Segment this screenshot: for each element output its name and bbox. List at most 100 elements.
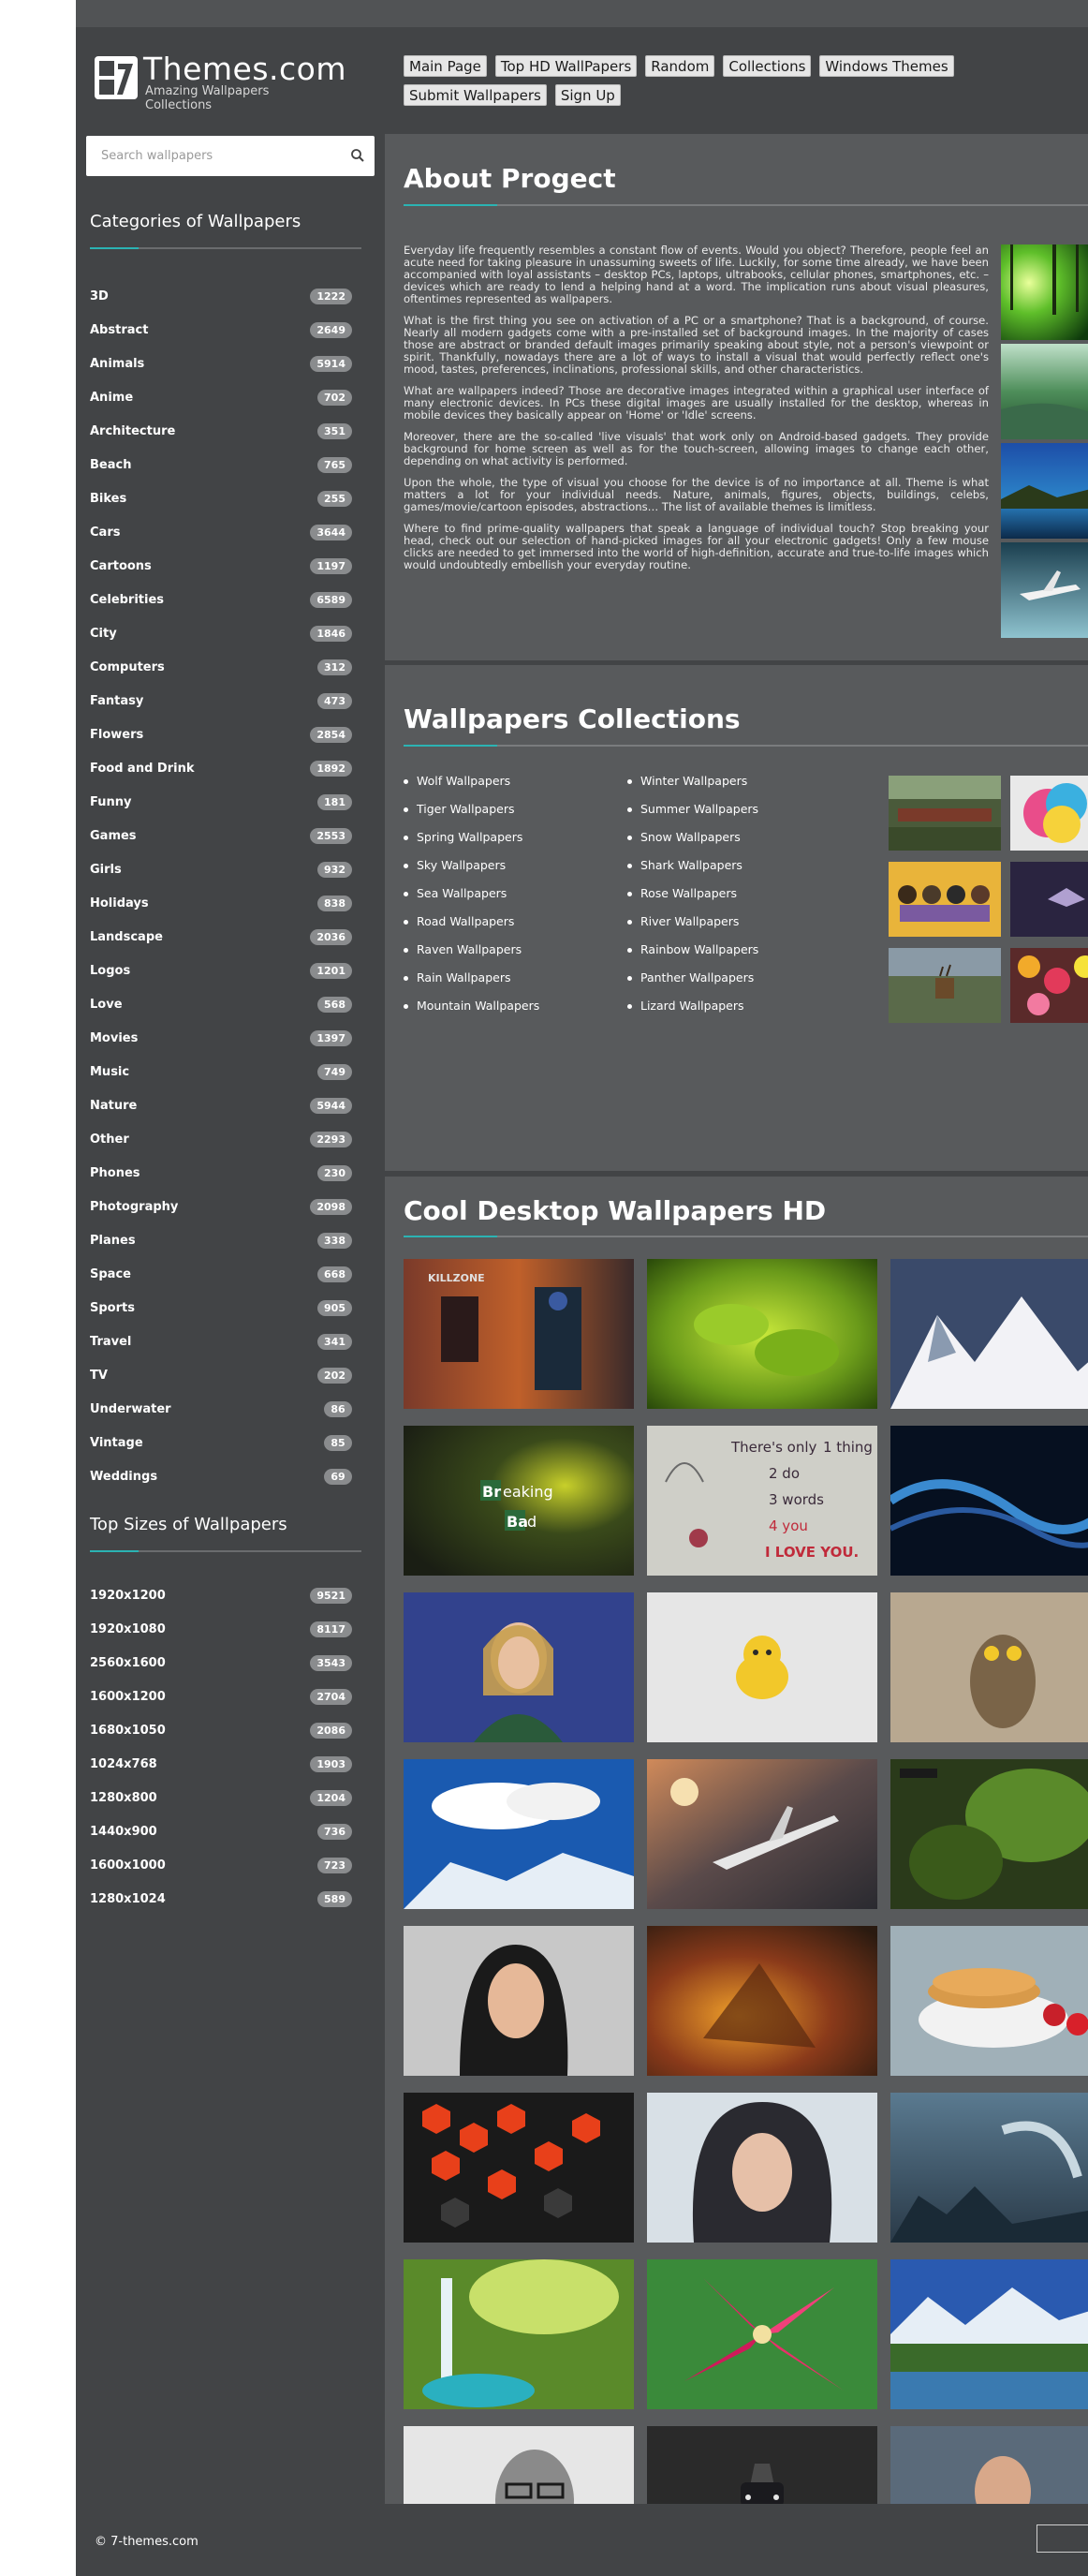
wallpaper-thumb-lily[interactable] bbox=[647, 2259, 877, 2409]
category-planes[interactable]: Planes 338 bbox=[90, 1223, 352, 1257]
wallpaper-thumb-breaking-bad[interactable]: Br eaking Ba d bbox=[404, 1426, 634, 1576]
size-1440x900[interactable]: 1440x900 736 bbox=[90, 1814, 352, 1848]
nav-random[interactable]: Random bbox=[645, 55, 715, 77]
collection-link-lizard-wallpapers[interactable]: Lizard Wallpapers bbox=[627, 999, 758, 1027]
collection-link-sea-wallpapers[interactable]: Sea Wallpapers bbox=[404, 886, 539, 914]
category-tv[interactable]: TV 202 bbox=[90, 1358, 352, 1392]
category-nature[interactable]: Nature 5944 bbox=[90, 1088, 352, 1122]
wallpaper-thumb-hexagons[interactable] bbox=[404, 2093, 634, 2243]
size-1680x1050[interactable]: 1680x1050 2086 bbox=[90, 1713, 352, 1747]
size-1024x768[interactable]: 1024x768 1903 bbox=[90, 1747, 352, 1781]
wallpaper-thumb-leaves[interactable] bbox=[647, 1259, 877, 1409]
nav-submit-wallpapers[interactable]: Submit Wallpapers bbox=[404, 84, 547, 106]
category-fantasy[interactable]: Fantasy 473 bbox=[90, 684, 352, 718]
collection-link-panther-wallpapers[interactable]: Panther Wallpapers bbox=[627, 970, 758, 999]
collection-link-rainbow-wallpapers[interactable]: Rainbow Wallpapers bbox=[627, 942, 758, 970]
wallpaper-thumb-lake-mountains[interactable] bbox=[890, 2259, 1088, 2409]
category-celebrities[interactable]: Celebrities 6589 bbox=[90, 583, 352, 616]
about-thumb-plane[interactable] bbox=[1001, 542, 1088, 638]
category-music[interactable]: Music 749 bbox=[90, 1055, 352, 1088]
collection-link-wolf-wallpapers[interactable]: Wolf Wallpapers bbox=[404, 774, 539, 802]
collection-link-rose-wallpapers[interactable]: Rose Wallpapers bbox=[627, 886, 758, 914]
nav-top-hd-wallpapers[interactable]: Top HD WallPapers bbox=[494, 55, 638, 77]
collection-link-road-wallpapers[interactable]: Road Wallpapers bbox=[404, 914, 539, 942]
wallpaper-thumb-yellow-cat[interactable] bbox=[647, 1592, 877, 1742]
wallpaper-thumb-killzone[interactable]: KILLZONE bbox=[404, 1259, 634, 1409]
collection-link-spring-wallpapers[interactable]: Spring Wallpapers bbox=[404, 830, 539, 858]
collection-thumb-cartoon[interactable] bbox=[889, 862, 1001, 937]
size-1600x1200[interactable]: 1600x1200 2704 bbox=[90, 1680, 352, 1713]
wallpaper-thumb-blue-waves[interactable] bbox=[890, 1426, 1088, 1576]
wallpaper-thumb-jet[interactable] bbox=[647, 1759, 877, 1909]
collection-link-tiger-wallpapers[interactable]: Tiger Wallpapers bbox=[404, 802, 539, 830]
category-phones[interactable]: Phones 230 bbox=[90, 1156, 352, 1190]
category-city[interactable]: City 1846 bbox=[90, 616, 352, 650]
collection-thumb-flowers[interactable] bbox=[1010, 948, 1088, 1023]
nav-main-page[interactable]: Main Page bbox=[404, 55, 487, 77]
category-funny[interactable]: Funny 181 bbox=[90, 785, 352, 819]
nav-windows-themes[interactable]: Windows Themes bbox=[819, 55, 954, 77]
collection-thumb-train[interactable] bbox=[889, 776, 1001, 851]
size-1280x1024[interactable]: 1280x1024 589 bbox=[90, 1882, 352, 1916]
category-3d[interactable]: 3D 1222 bbox=[90, 279, 352, 313]
category-photography[interactable]: Photography 2098 bbox=[90, 1190, 352, 1223]
category-beach[interactable]: Beach 765 bbox=[90, 448, 352, 481]
size-2560x1600[interactable]: 2560x1600 3543 bbox=[90, 1646, 352, 1680]
category-architecture[interactable]: Architecture 351 bbox=[90, 414, 352, 448]
category-girls[interactable]: Girls 932 bbox=[90, 852, 352, 886]
wallpaper-thumb-pancakes[interactable] bbox=[890, 1926, 1088, 2076]
collection-link-river-wallpapers[interactable]: River Wallpapers bbox=[627, 914, 758, 942]
wallpaper-thumb-owl[interactable] bbox=[890, 1592, 1088, 1742]
wallpaper-thumb-alien-landscape[interactable] bbox=[890, 2093, 1088, 2243]
category-cartoons[interactable]: Cartoons 1197 bbox=[90, 549, 352, 583]
category-sports[interactable]: Sports 905 bbox=[90, 1291, 352, 1325]
collection-thumb-raven[interactable] bbox=[1010, 862, 1088, 937]
size-1920x1080[interactable]: 1920x1080 8117 bbox=[90, 1612, 352, 1646]
collection-link-raven-wallpapers[interactable]: Raven Wallpapers bbox=[404, 942, 539, 970]
about-thumb-lake[interactable] bbox=[1001, 443, 1088, 539]
category-cars[interactable]: Cars 3644 bbox=[90, 515, 352, 549]
category-logos[interactable]: Logos 1201 bbox=[90, 954, 352, 987]
category-landscape[interactable]: Landscape 2036 bbox=[90, 920, 352, 954]
category-space[interactable]: Space 668 bbox=[90, 1257, 352, 1291]
wallpaper-thumb-news-anchor[interactable] bbox=[404, 1592, 634, 1742]
nav-sign-up[interactable]: Sign Up bbox=[554, 84, 621, 106]
collection-link-mountain-wallpapers[interactable]: Mountain Wallpapers bbox=[404, 999, 539, 1027]
category-vintage[interactable]: Vintage 85 bbox=[90, 1426, 352, 1459]
category-anime[interactable]: Anime 702 bbox=[90, 380, 352, 414]
category-computers[interactable]: Computers 312 bbox=[90, 650, 352, 684]
wallpaper-thumb-love-note[interactable]: There's only 1 thing 2 do 3 words 4 you I LOV… bbox=[647, 1426, 877, 1576]
category-underwater[interactable]: Underwater 86 bbox=[90, 1392, 352, 1426]
size-1920x1200[interactable]: 1920x1200 9521 bbox=[90, 1578, 352, 1612]
back-to-top-button[interactable] bbox=[1037, 2524, 1088, 2553]
wallpaper-thumb-mountains[interactable] bbox=[890, 1259, 1088, 1409]
category-bikes[interactable]: Bikes 255 bbox=[90, 481, 352, 515]
site-logo[interactable]: Themes.com Amazing Wallpapers Collection… bbox=[95, 51, 375, 112]
wallpaper-thumb-sniper-jungle[interactable] bbox=[890, 1759, 1088, 1909]
collection-link-winter-wallpapers[interactable]: Winter Wallpapers bbox=[627, 774, 758, 802]
category-food-and-drink[interactable]: Food and Drink 1892 bbox=[90, 751, 352, 785]
collection-thumb-rainbow[interactable] bbox=[1010, 776, 1088, 851]
category-abstract[interactable]: Abstract 2649 bbox=[90, 313, 352, 347]
nav-collections[interactable]: Collections bbox=[723, 55, 812, 77]
category-travel[interactable]: Travel 341 bbox=[90, 1325, 352, 1358]
category-animals[interactable]: Animals 5914 bbox=[90, 347, 352, 380]
collection-thumb-deer[interactable] bbox=[889, 948, 1001, 1023]
wallpaper-thumb-fantasy-fire[interactable] bbox=[647, 1926, 877, 2076]
category-holidays[interactable]: Holidays 838 bbox=[90, 886, 352, 920]
collection-link-rain-wallpapers[interactable]: Rain Wallpapers bbox=[404, 970, 539, 999]
search-input[interactable] bbox=[86, 136, 339, 176]
size-1280x800[interactable]: 1280x800 1204 bbox=[90, 1781, 352, 1814]
about-thumb-forest[interactable] bbox=[1001, 244, 1088, 340]
wallpaper-thumb-woman-curly[interactable] bbox=[647, 2093, 877, 2243]
collection-link-shark-wallpapers[interactable]: Shark Wallpapers bbox=[627, 858, 758, 886]
size-1600x1000[interactable]: 1600x1000 723 bbox=[90, 1848, 352, 1882]
category-love[interactable]: Love 568 bbox=[90, 987, 352, 1021]
wallpaper-thumb-waterfall[interactable] bbox=[404, 2259, 634, 2409]
category-games[interactable]: Games 2553 bbox=[90, 819, 352, 852]
collection-link-sky-wallpapers[interactable]: Sky Wallpapers bbox=[404, 858, 539, 886]
category-flowers[interactable]: Flowers 2854 bbox=[90, 718, 352, 751]
wallpaper-thumb-portrait-woman[interactable] bbox=[404, 1926, 634, 2076]
category-weddings[interactable]: Weddings 69 bbox=[90, 1459, 352, 1493]
about-thumb-river[interactable] bbox=[1001, 344, 1088, 439]
